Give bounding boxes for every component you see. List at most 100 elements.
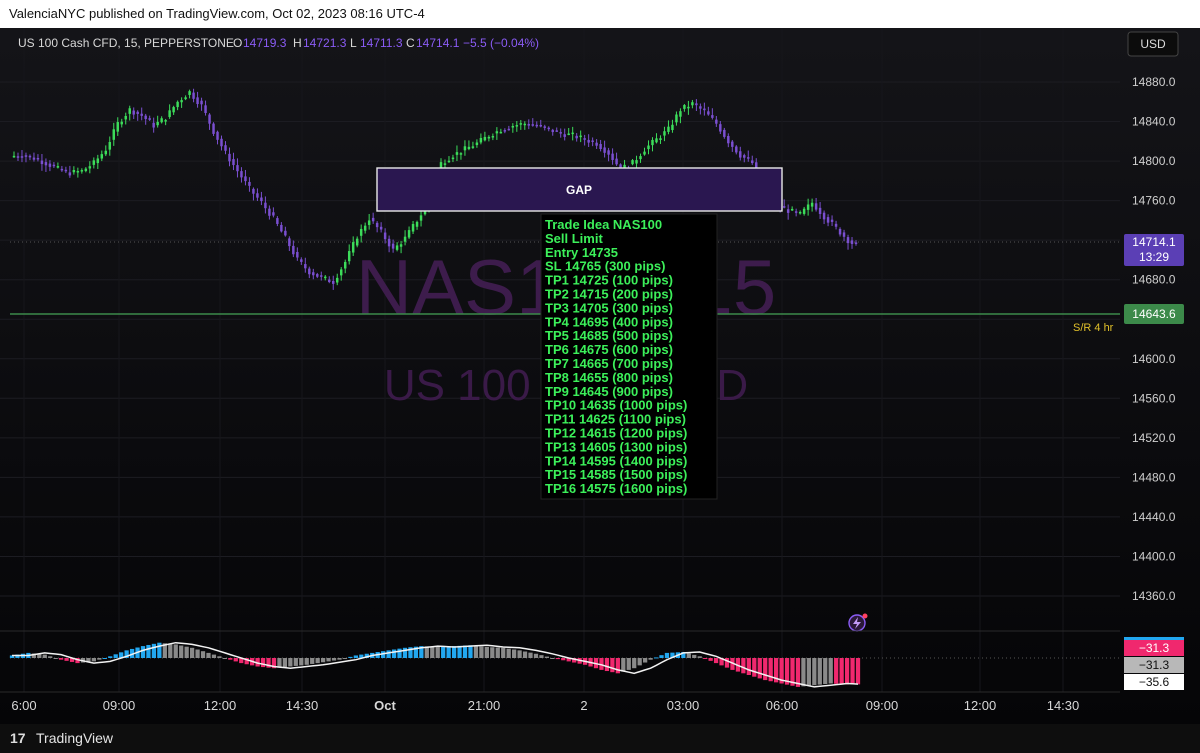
candle-body[interactable] [44, 162, 48, 166]
candle-body[interactable] [280, 224, 283, 232]
candle-body[interactable] [120, 121, 123, 125]
candle-body[interactable] [547, 127, 550, 130]
candle-body[interactable] [834, 223, 838, 227]
candle-body[interactable] [371, 217, 375, 222]
candle-body[interactable] [304, 264, 307, 269]
candle-body[interactable] [343, 261, 347, 269]
candle-body[interactable] [838, 228, 842, 235]
candle-body[interactable] [228, 153, 231, 162]
candle-body[interactable] [659, 138, 662, 140]
candle-body[interactable] [296, 251, 299, 258]
candle-body[interactable] [156, 121, 159, 126]
candle-body[interactable] [599, 144, 602, 150]
candle-body[interactable] [411, 224, 415, 232]
candle-body[interactable] [814, 203, 818, 210]
candle-body[interactable] [715, 119, 718, 124]
candle-body[interactable] [711, 115, 714, 118]
candle-body[interactable] [132, 110, 135, 115]
candle-body[interactable] [727, 135, 730, 144]
candle-body[interactable] [687, 106, 690, 109]
candle-body[interactable] [415, 221, 419, 227]
candle-body[interactable] [112, 129, 116, 140]
candle-body[interactable] [735, 146, 738, 153]
candle-body[interactable] [607, 150, 610, 155]
candle-body[interactable] [76, 171, 80, 173]
candle-body[interactable] [140, 113, 143, 116]
candle-body[interactable] [499, 131, 503, 134]
candle-body[interactable] [563, 134, 566, 137]
candle-body[interactable] [719, 124, 722, 132]
candle-body[interactable] [471, 146, 475, 148]
candle-body[interactable] [603, 147, 606, 153]
candle-body[interactable] [320, 275, 323, 277]
candle-body[interactable] [663, 131, 666, 136]
candle-body[interactable] [224, 145, 227, 151]
candle-body[interactable] [786, 209, 790, 213]
candle-body[interactable] [300, 259, 303, 262]
candlestick-chart[interactable]: NAS100, 15 US 100 Cash CFD GAP Trade Ide… [0, 28, 1200, 724]
candle-body[interactable] [335, 277, 339, 283]
candle-body[interactable] [447, 160, 451, 163]
candle-body[interactable] [104, 150, 108, 155]
candle-body[interactable] [36, 158, 40, 160]
candle-body[interactable] [491, 136, 495, 138]
candle-body[interactable] [68, 172, 72, 176]
candle-body[interactable] [367, 220, 371, 225]
candle-body[interactable] [347, 251, 351, 262]
candle-body[interactable] [830, 219, 834, 222]
candle-body[interactable] [339, 269, 343, 276]
candle-body[interactable] [723, 129, 726, 137]
candle-body[interactable] [611, 153, 614, 160]
candle-body[interactable] [615, 158, 618, 165]
candle-body[interactable] [212, 123, 215, 134]
candle-body[interactable] [695, 103, 698, 106]
candle-body[interactable] [92, 160, 96, 165]
candle-body[interactable] [80, 170, 84, 172]
candle-body[interactable] [523, 123, 527, 126]
candle-body[interactable] [679, 111, 682, 117]
candle-body[interactable] [64, 169, 68, 172]
candle-body[interactable] [148, 118, 151, 120]
candle-body[interactable] [507, 128, 511, 131]
candle-body[interactable] [20, 156, 24, 158]
candle-body[interactable] [236, 165, 239, 172]
candle-body[interactable] [483, 136, 487, 141]
candle-body[interactable] [794, 211, 798, 213]
candle-body[interactable] [399, 244, 403, 247]
candle-body[interactable] [451, 157, 455, 160]
candle-body[interactable] [355, 238, 359, 246]
candle-body[interactable] [571, 132, 574, 135]
candle-body[interactable] [822, 212, 826, 220]
candle-body[interactable] [587, 139, 590, 143]
candle-body[interactable] [232, 159, 235, 166]
candle-body[interactable] [631, 160, 634, 165]
candle-body[interactable] [332, 281, 335, 284]
candle-body[interactable] [164, 120, 167, 122]
candle-body[interactable] [591, 140, 594, 142]
candle-body[interactable] [391, 243, 395, 249]
candle-body[interactable] [559, 132, 562, 134]
candle-body[interactable] [40, 160, 44, 165]
candle-body[interactable] [567, 133, 570, 136]
candle-body[interactable] [328, 279, 331, 282]
candle-body[interactable] [200, 100, 203, 105]
candle-body[interactable] [683, 105, 686, 109]
candle-body[interactable] [739, 151, 742, 158]
candle-body[interactable] [850, 240, 854, 244]
candle-body[interactable] [655, 138, 658, 143]
candle-body[interactable] [854, 242, 858, 244]
candle-body[interactable] [176, 101, 179, 108]
candle-body[interactable] [403, 236, 407, 242]
candle-body[interactable] [316, 274, 319, 277]
candle-body[interactable] [188, 91, 191, 95]
candle-body[interactable] [707, 111, 710, 115]
candle-body[interactable] [383, 232, 387, 240]
candle-body[interactable] [782, 206, 786, 208]
candle-body[interactable] [798, 211, 802, 214]
candle-body[interactable] [527, 123, 531, 126]
candle-body[interactable] [463, 146, 467, 151]
candle-body[interactable] [583, 138, 586, 140]
candle-body[interactable] [790, 208, 794, 211]
candle-body[interactable] [116, 122, 119, 132]
candle-body[interactable] [180, 100, 183, 103]
